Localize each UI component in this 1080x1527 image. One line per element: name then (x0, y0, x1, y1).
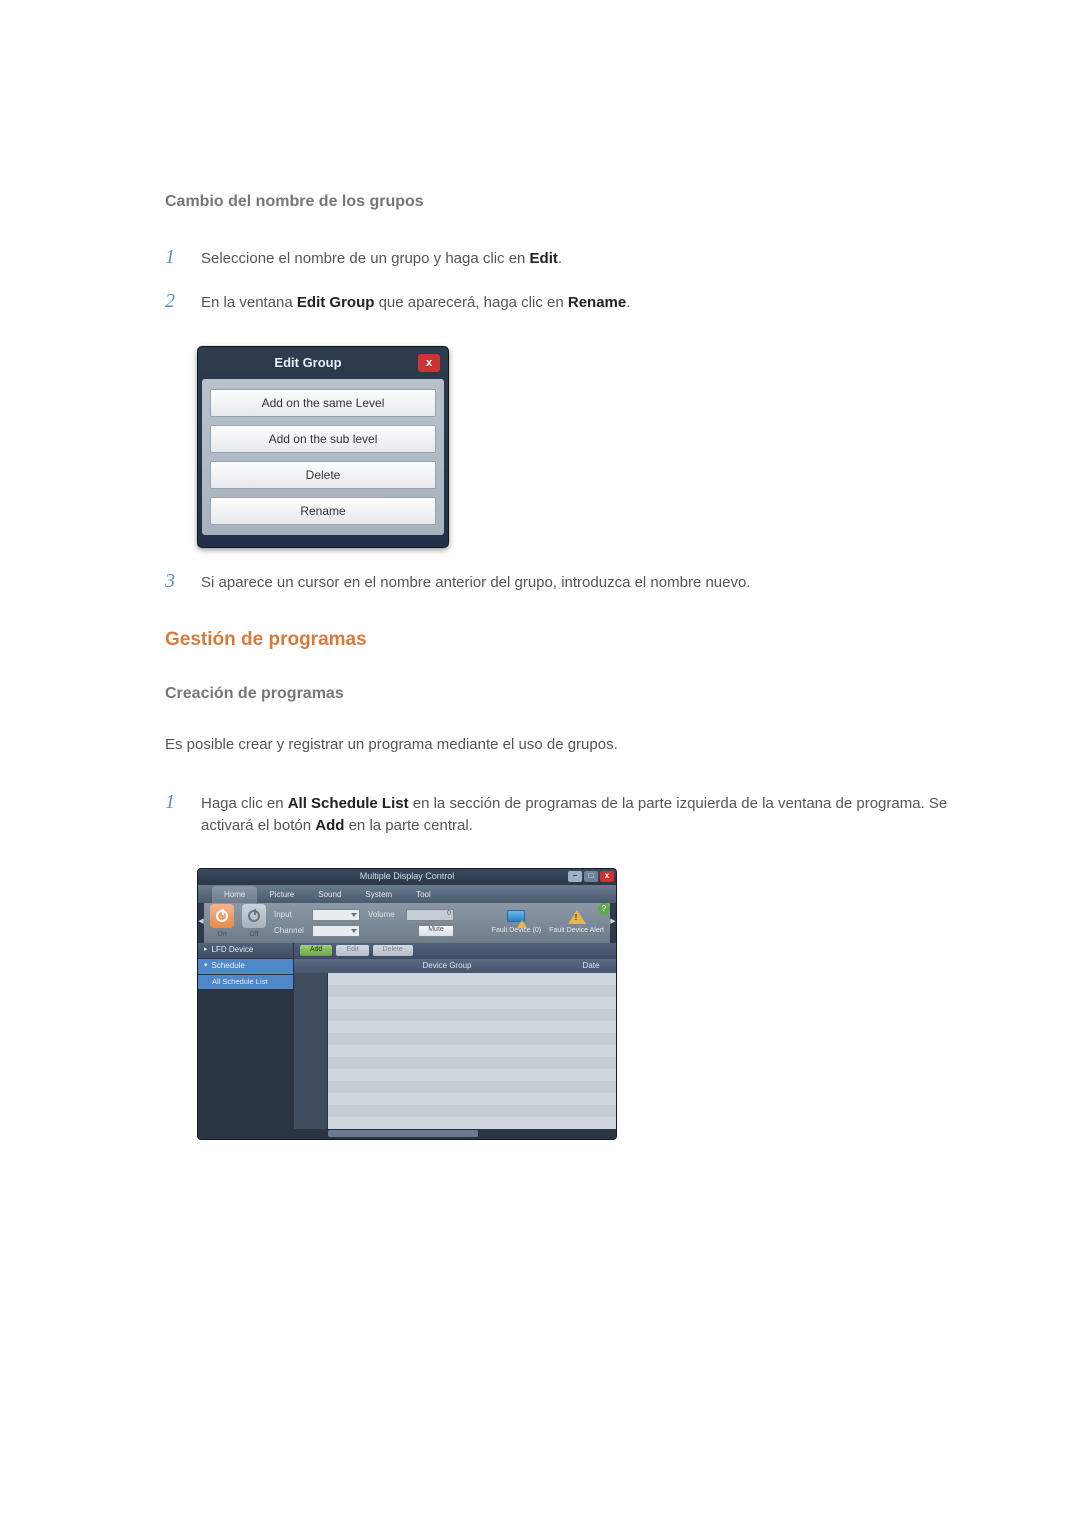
titlebar: Multiple Display Control – □ x (198, 869, 616, 885)
tab-tool[interactable]: Tool (404, 886, 443, 903)
tab-system[interactable]: System (353, 886, 404, 903)
window-title: Multiple Display Control (198, 870, 616, 884)
step-2: 2 En la ventana Edit Group que aparecerá… (165, 286, 960, 316)
subhead-create-schedule: Creación de programas (165, 682, 960, 706)
step-text: Haga clic en All Schedule List en la sec… (201, 793, 960, 838)
text: que aparecerá, haga clic en (374, 294, 567, 311)
window-buttons: – □ x (568, 871, 614, 882)
input-select[interactable] (312, 909, 360, 921)
menu-rename[interactable]: Rename (210, 497, 436, 525)
input-label: Input (274, 909, 308, 921)
bold: Edit (530, 250, 558, 267)
add-button[interactable]: Add (300, 945, 332, 956)
menu-delete[interactable]: Delete (210, 461, 436, 489)
close-button[interactable]: x (418, 354, 440, 372)
menu-add-sub-level[interactable]: Add on the sub level (210, 425, 436, 453)
fault-label: Fault Device (0) (492, 927, 541, 935)
chevron-down-icon: ▾ (204, 961, 208, 972)
steps-create-schedule: 1 Haga clic en All Schedule List en la s… (165, 787, 960, 838)
fault-device-count[interactable]: Fault Device (0) (492, 910, 541, 935)
power-icon (216, 910, 228, 922)
subhead-rename-groups: Cambio del nombre de los grupos (165, 190, 960, 214)
edit-group-dialog: Edit Group x Add on the same Level Add o… (197, 346, 449, 548)
step-number: 1 (165, 787, 183, 817)
tab-picture[interactable]: Picture (257, 886, 306, 903)
volume-label: Volume (368, 909, 402, 921)
step-text: Seleccione el nombre de un grupo y haga … (201, 248, 960, 271)
step-number: 2 (165, 286, 183, 316)
steps-rename: 1 Seleccione el nombre de un grupo y hag… (165, 242, 960, 316)
power-icon (248, 910, 260, 922)
step-number: 1 (165, 242, 183, 272)
step-text: Si aparece un cursor en el nombre anteri… (201, 572, 960, 595)
volume-slider[interactable]: 0 (406, 909, 454, 921)
edit-button[interactable]: Edit (336, 945, 368, 956)
col-device-group: Device Group (328, 960, 566, 972)
fault-device-alert[interactable]: Fault Device Alert (549, 910, 604, 935)
bold: Edit Group (297, 294, 375, 311)
step-text: En la ventana Edit Group que aparecerá, … (201, 292, 960, 315)
horizontal-scrollbar[interactable] (294, 1129, 616, 1139)
dialog-titlebar: Edit Group x (198, 347, 448, 377)
power-on-label: On (217, 930, 226, 941)
power-off-button[interactable] (242, 904, 266, 928)
chevron-right-icon: ▸ (204, 945, 208, 956)
sidebar-item-lfd[interactable]: ▸ LFD Device (198, 943, 293, 959)
main-panel: Device Group Date (294, 959, 616, 1139)
dialog-title: Edit Group (198, 353, 418, 373)
text: en la parte central. (344, 817, 472, 834)
warning-badge-icon (517, 920, 527, 928)
heading-schedule-management: Gestión de programas (165, 626, 960, 655)
minimize-button[interactable]: – (568, 871, 582, 882)
delete-button[interactable]: Delete (373, 945, 413, 956)
text: Haga clic en (201, 795, 288, 812)
intro-text: Es posible crear y registrar un programa… (165, 734, 960, 757)
mute-button[interactable]: Mute (418, 925, 454, 937)
grid-rows (328, 973, 616, 1129)
row-header-gutter (294, 973, 328, 1129)
label: LFD Device (212, 944, 254, 956)
label: Schedule (212, 960, 245, 972)
menu-add-same-level[interactable]: Add on the same Level (210, 389, 436, 417)
scroll-right-icon[interactable]: ▶ (610, 903, 616, 943)
ribbon: ◀ On Off Input Channel (198, 903, 616, 943)
maximize-button[interactable]: □ (584, 871, 598, 882)
bold: Add (315, 817, 344, 834)
col-date: Date (566, 960, 616, 972)
tab-bar: Home Picture Sound System Tool ? (198, 885, 616, 903)
fault-alert-label: Fault Device Alert (549, 927, 604, 935)
mdc-window: Multiple Display Control – □ x Home Pict… (197, 868, 617, 1140)
mdc-body: ▸LFD Device ▾Schedule All Schedule List … (198, 959, 616, 1139)
sidebar-empty (198, 989, 293, 1139)
bold: All Schedule List (288, 795, 409, 812)
close-button[interactable]: x (600, 871, 614, 882)
power-off-label: Off (249, 930, 258, 941)
channel-select[interactable] (312, 925, 360, 937)
step-1: 1 Seleccione el nombre de un grupo y hag… (165, 242, 960, 272)
text: En la ventana (201, 294, 297, 311)
sidebar-item-schedule[interactable]: ▾ Schedule (198, 959, 293, 975)
tab-sound[interactable]: Sound (306, 886, 353, 903)
power-on-button[interactable] (210, 904, 234, 928)
warning-icon (568, 910, 586, 924)
bold: Rename (568, 294, 626, 311)
step-number: 3 (165, 566, 183, 596)
text: . (558, 250, 562, 267)
sidebar-item-all-schedule-list[interactable]: All Schedule List (198, 975, 293, 989)
text: . (626, 294, 630, 311)
dialog-body: Add on the same Level Add on the sub lev… (202, 379, 444, 535)
step-1: 1 Haga clic en All Schedule List en la s… (165, 787, 960, 838)
sidebar: ▸ LFD Device ▾ Schedule All Schedule List (198, 943, 294, 1139)
step-3: 3 Si aparece un cursor en el nombre ante… (165, 566, 960, 596)
text: Seleccione el nombre de un grupo y haga … (201, 250, 530, 267)
channel-label: Channel (274, 925, 308, 937)
steps-rename-cont: 3 Si aparece un cursor en el nombre ante… (165, 566, 960, 596)
grid-header: Device Group Date (294, 959, 616, 973)
grid-body (294, 973, 616, 1129)
help-button[interactable]: ? (598, 903, 610, 915)
tab-home[interactable]: Home (212, 886, 257, 903)
